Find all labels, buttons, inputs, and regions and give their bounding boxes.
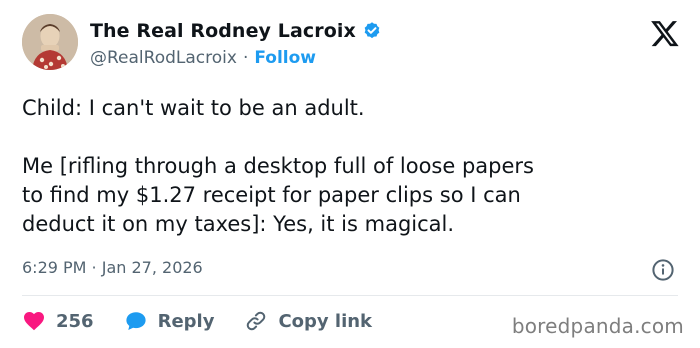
verified-badge-icon: [362, 21, 382, 41]
link-icon: [247, 311, 266, 331]
heart-icon: [24, 312, 44, 331]
copy-link-label: Copy link: [278, 310, 373, 332]
copy-link-button[interactable]: Copy link: [244, 309, 372, 333]
action-bar: 256 Reply Copy link: [22, 308, 402, 334]
avatar[interactable]: [22, 14, 78, 70]
author-handle[interactable]: @RealRodLacroix: [90, 48, 237, 68]
x-logo-icon[interactable]: [650, 18, 680, 48]
separator-dot: ·: [242, 48, 249, 68]
info-icon[interactable]: [651, 258, 675, 282]
like-button[interactable]: 256: [22, 309, 94, 333]
author-handle-row: @RealRodLacroix · Follow: [90, 48, 316, 68]
follow-button[interactable]: Follow: [254, 48, 316, 68]
reply-label: Reply: [157, 310, 215, 332]
like-count: 256: [56, 310, 94, 332]
author-name-row: The Real Rodney Lacroix: [90, 20, 382, 42]
divider: [22, 295, 678, 296]
author-display-name[interactable]: The Real Rodney Lacroix: [90, 20, 356, 42]
reply-button[interactable]: Reply: [124, 309, 215, 333]
tweet-timestamp[interactable]: 6:29 PM · Jan 27, 2026: [22, 258, 203, 277]
speech-bubble-icon: [125, 312, 146, 330]
tweet-card: The Real Rodney Lacroix @RealRodLacroix …: [0, 0, 700, 348]
tweet-text: Child: I can't wait to be an adult. Me […: [22, 96, 534, 236]
watermark: boredpanda.com: [511, 314, 684, 338]
